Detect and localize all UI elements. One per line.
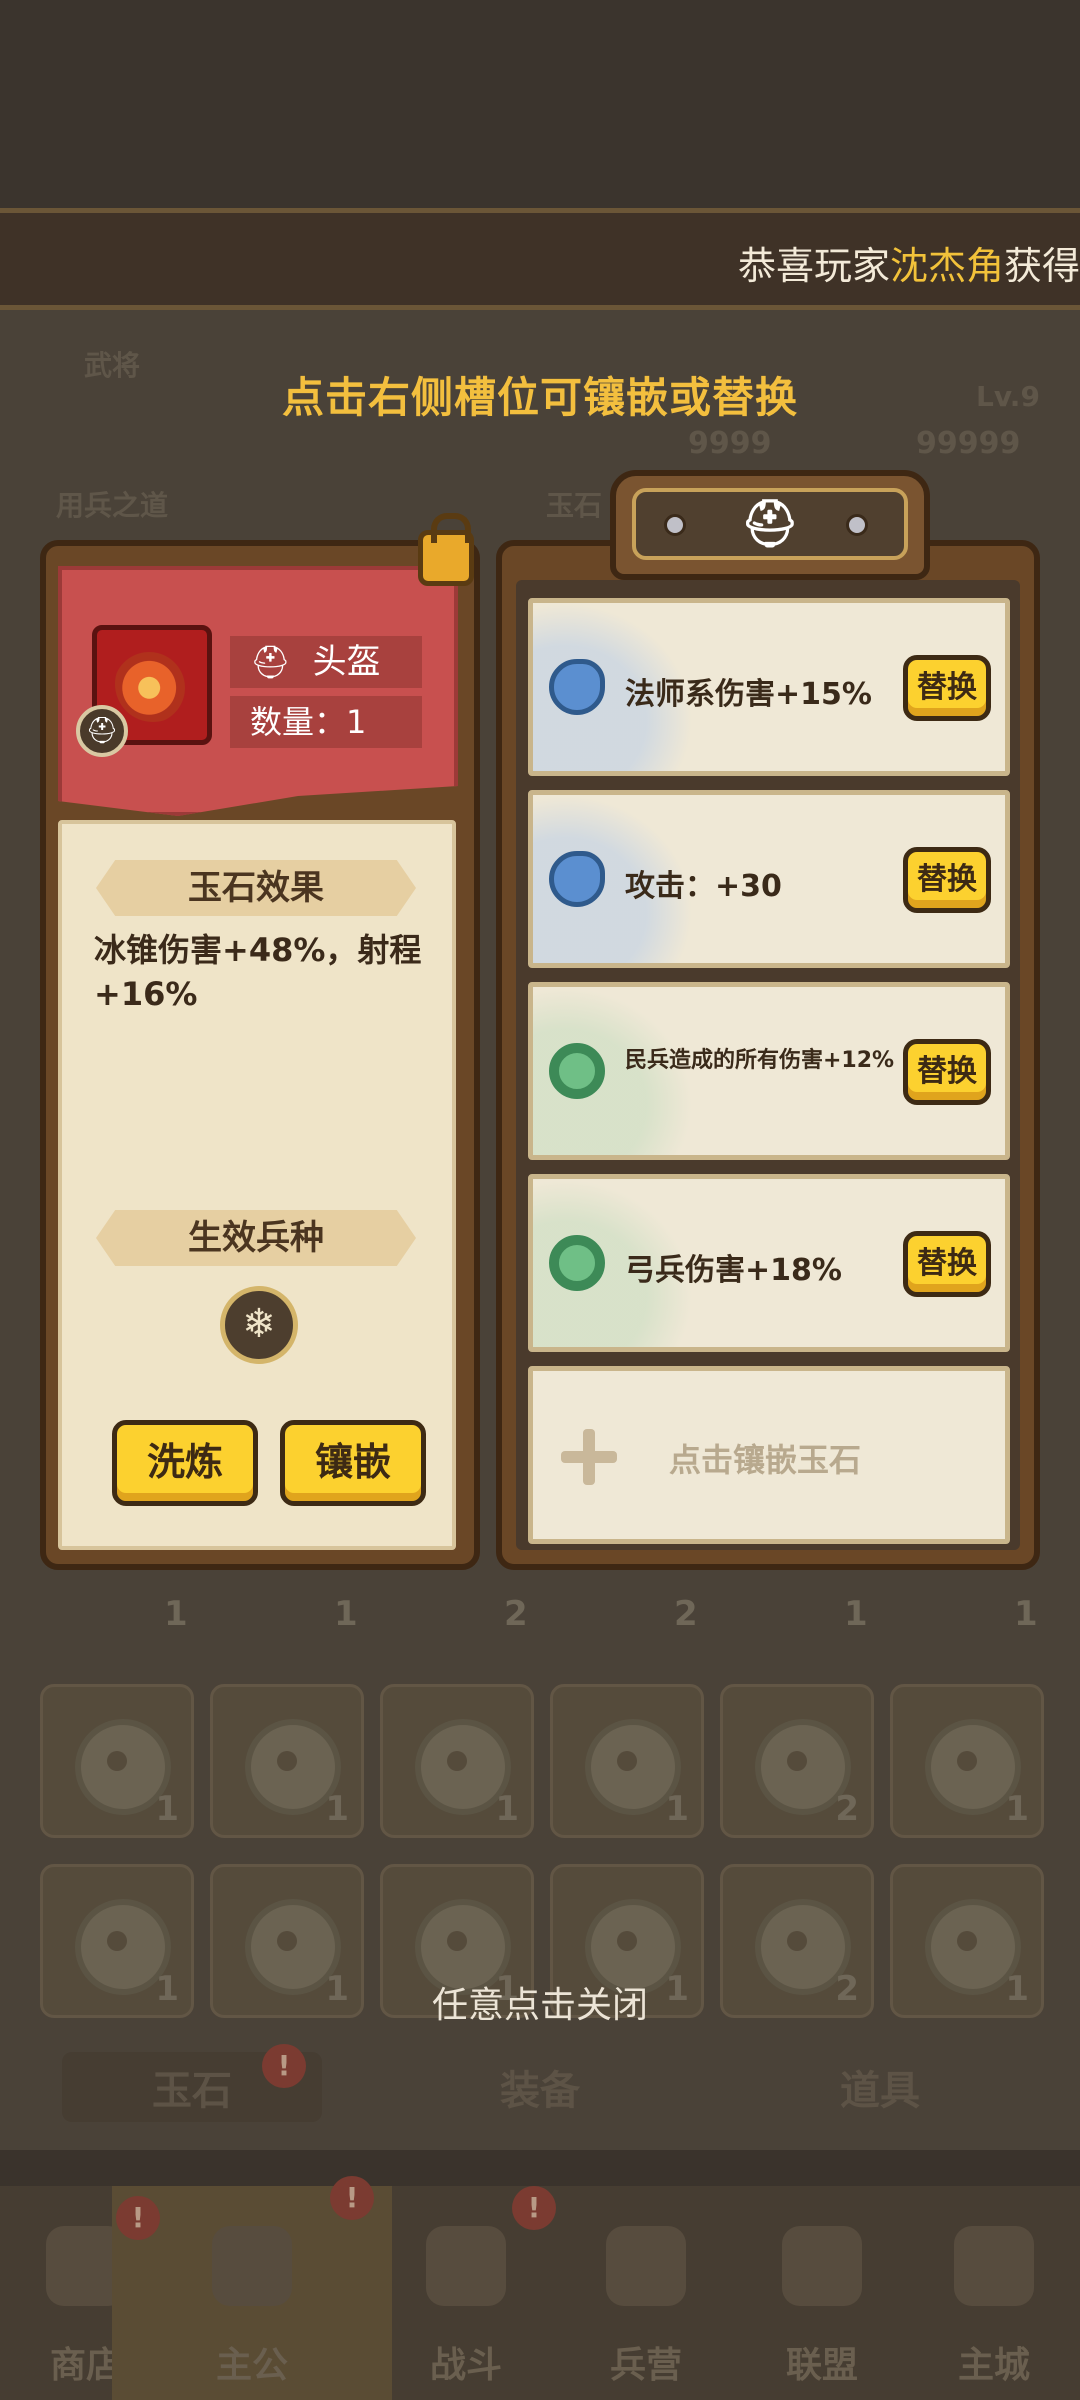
bg-count: 1 — [1005, 1789, 1029, 1829]
nav-label: 主公 — [215, 2345, 288, 2386]
notification-badge: ! — [512, 2186, 556, 2230]
nav-main-city[interactable]: 主城 — [908, 2186, 1080, 2400]
nav-label: 战斗 — [429, 2345, 502, 2386]
green-jade-icon — [549, 1235, 605, 1291]
slot-name-label: 头盔 — [312, 642, 381, 682]
snowflake-icon: ❄ — [220, 1286, 298, 1364]
bg-count: 1 — [665, 1789, 689, 1829]
broadcast-marquee: 恭喜玩家沈杰角获得 — [0, 208, 1080, 310]
slot-hint: 点击右侧槽位可镶嵌或替换 — [281, 373, 798, 422]
green-jade-icon — [549, 1043, 605, 1099]
replace-button[interactable]: 替换 — [903, 847, 991, 913]
notification-badge: ! — [262, 2044, 306, 2088]
slot-name-tag: ⛑ 头盔 — [230, 636, 422, 688]
bg-count: 2 — [835, 1789, 859, 1829]
notification-badge: ! — [116, 2196, 160, 2240]
marquee-suffix: 获得 — [1003, 244, 1080, 288]
side-label-tactics: 用兵之道 — [56, 489, 169, 522]
refine-button[interactable]: 洗炼 — [112, 1420, 258, 1506]
effect-text: 冰锥伤害+48%，射程+16% — [94, 931, 422, 1013]
city-icon — [954, 2226, 1034, 2306]
subtab-items[interactable]: 道具 — [750, 2058, 1010, 2116]
jade-slot-2[interactable]: 攻击：+30 替换 — [528, 790, 1010, 968]
replace-button[interactable]: 替换 — [903, 655, 991, 721]
jade-slot-4[interactable]: 弓兵伤害+18% 替换 — [528, 1174, 1010, 1352]
inlay-button[interactable]: 镶嵌 — [280, 1420, 426, 1506]
close-tip[interactable]: 任意点击关闭 — [0, 1976, 1080, 2028]
slot-effect-text: 民兵造成的所有伤害+12% — [625, 1048, 895, 1073]
helmet-icon: ⛑ — [740, 496, 800, 550]
notification-badge: ! — [330, 2176, 374, 2220]
jade-slot-3[interactable]: 民兵造成的所有伤害+12% 替换 — [528, 982, 1010, 1160]
alliance-icon — [782, 2226, 862, 2306]
blue-jade-icon — [549, 851, 605, 907]
nav-lord[interactable]: 主公 — [166, 2186, 338, 2400]
troop-header: 生效兵种 — [96, 1210, 416, 1266]
bg-count: 1 — [1014, 1594, 1038, 1634]
quantity-tag: 数量：1 — [230, 696, 422, 748]
bg-jade-slot: 2 — [720, 1684, 874, 1838]
slot-effect-text: 弓兵伤害+18% — [625, 1253, 842, 1288]
helmet-badge-icon: ⛑ — [76, 705, 128, 757]
helmet-small-icon: ⛑ — [250, 643, 291, 681]
slot-effect-text: 法师系伤害+15% — [625, 677, 872, 712]
bg-jade-slot: 1 — [210, 1684, 364, 1838]
bg-jade-slot: 1 — [40, 1684, 194, 1838]
bg-count: 1 — [495, 1789, 519, 1829]
barracks-icon — [606, 2226, 686, 2306]
lord-icon — [212, 2226, 292, 2306]
rivet-icon — [664, 514, 686, 536]
slot-effect-text: 攻击：+30 — [625, 869, 782, 904]
nav-label: 主城 — [957, 2345, 1030, 2386]
nav-label: 兵营 — [609, 2345, 682, 2386]
nav-alliance[interactable]: 联盟 — [736, 2186, 908, 2400]
nav-label: 联盟 — [785, 2345, 858, 2386]
nav-barracks[interactable]: 兵营 — [560, 2186, 732, 2400]
blue-jade-icon — [549, 659, 605, 715]
replace-button[interactable]: 替换 — [903, 1231, 991, 1297]
marquee-text: 恭喜玩家沈杰角获得 — [738, 235, 1080, 290]
bg-count: 1 — [844, 1594, 868, 1634]
empty-jade-slot[interactable]: 点击镶嵌玉石 — [528, 1366, 1010, 1544]
bg-jade-slot: 1 — [890, 1684, 1044, 1838]
bg-row-1: 1 1 2 2 1 1 — [40, 1580, 1040, 1650]
side-label-jade: 玉石 — [546, 489, 603, 522]
bg-count: 1 — [155, 1789, 179, 1829]
jade-slot-1[interactable]: 法师系伤害+15% 替换 — [528, 598, 1010, 776]
replace-button[interactable]: 替换 — [903, 1039, 991, 1105]
subtab-equipment[interactable]: 装备 — [410, 2058, 670, 2116]
empty-slot-label: 点击镶嵌玉石 — [669, 1441, 862, 1479]
marquee-prefix: 恭喜玩家 — [737, 244, 890, 288]
hero-count-2: 99999 — [916, 426, 1021, 461]
marquee-player-name: 沈杰角 — [889, 244, 1004, 288]
hero-count-1: 9999 — [688, 426, 772, 461]
plus-icon — [561, 1429, 617, 1485]
bg-jade-slot: 1 — [550, 1684, 704, 1838]
swirl-icon — [115, 646, 191, 722]
bg-jade-slot: 1 — [380, 1684, 534, 1838]
effect-header: 玉石效果 — [96, 860, 416, 916]
rivet-icon — [846, 514, 868, 536]
lock-icon[interactable] — [418, 513, 474, 586]
battle-icon — [426, 2226, 506, 2306]
bg-count: 1 — [325, 1789, 349, 1829]
